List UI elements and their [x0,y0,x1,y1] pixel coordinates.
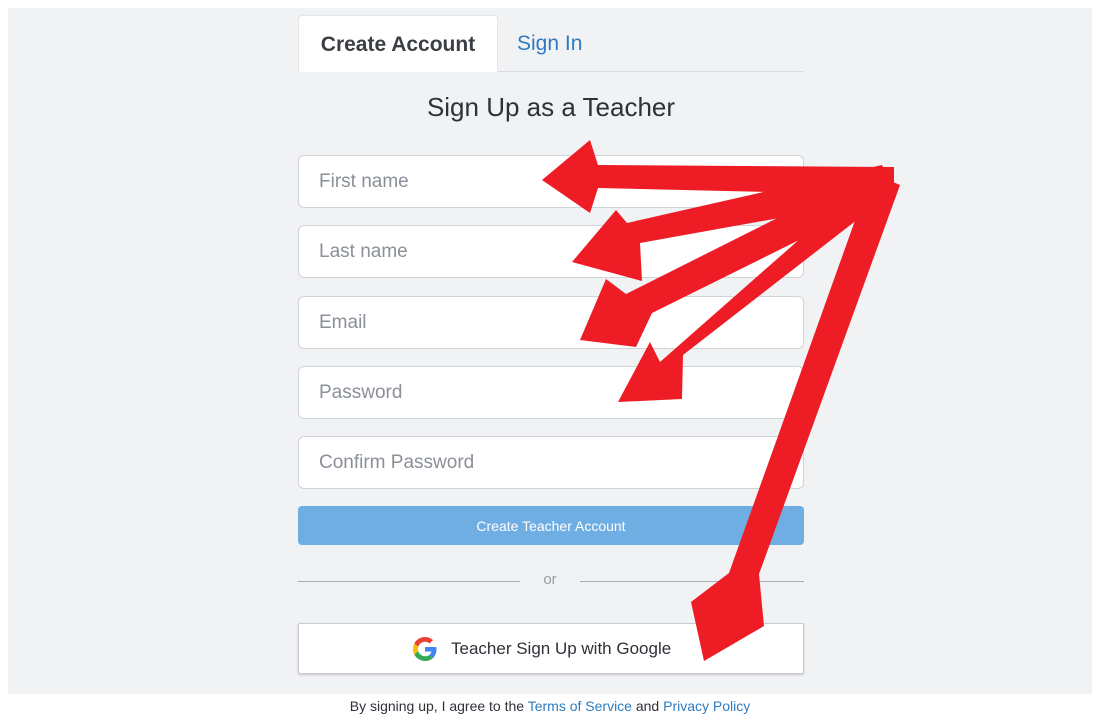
tab-create-account[interactable]: Create Account [298,15,498,72]
terms-and: and [631,698,664,714]
tab-sign-in[interactable]: Sign In [517,15,582,72]
email-input[interactable] [298,296,804,349]
terms-prefix: By signing up, I agree to the [349,698,528,714]
last-name-input[interactable] [298,225,804,278]
password-input[interactable] [298,366,804,419]
terms-of-service-link[interactable]: Terms of Service [528,698,632,714]
divider-line-right [580,581,804,582]
divider-or: or [543,571,557,588]
google-signup-button[interactable]: Teacher Sign Up with Google [298,623,804,674]
privacy-policy-link[interactable]: Privacy Policy [663,698,750,714]
google-signup-label: Teacher Sign Up with Google [451,639,672,658]
confirm-password-input[interactable] [298,436,804,489]
terms-notice: By signing up, I agree to the Terms of S… [0,698,1100,714]
page-title: Sign Up as a Teacher [426,92,676,122]
first-name-input[interactable] [298,155,804,208]
create-teacher-account-button[interactable]: Create Teacher Account [298,506,804,545]
auth-tabs: Create Account Sign In [298,15,804,72]
google-g-icon [413,637,437,661]
signup-page: Create Account Sign In Sign Up as a Teac… [0,0,1100,721]
divider-line-left [298,581,520,582]
